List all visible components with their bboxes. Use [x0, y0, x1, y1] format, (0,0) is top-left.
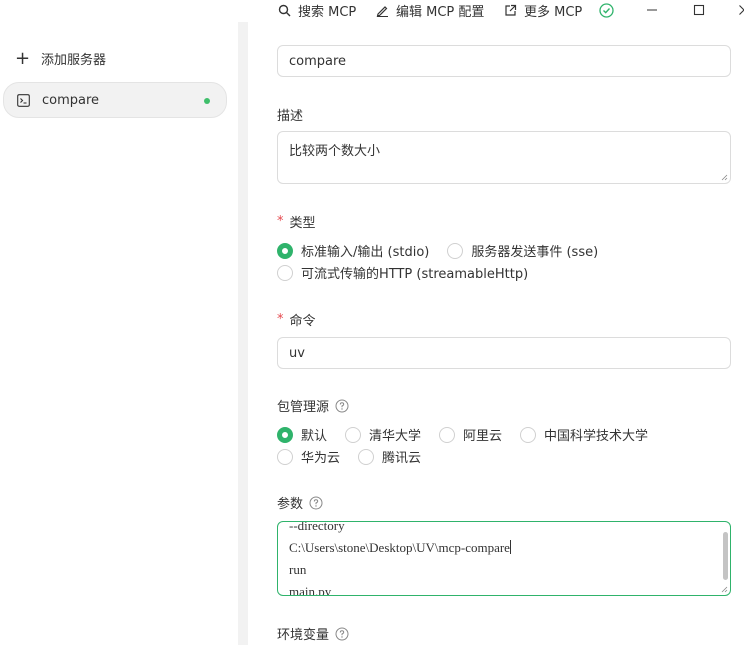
minimize-icon: [647, 9, 657, 11]
registry-option-tencent[interactable]: 腾讯云: [358, 447, 421, 466]
args-line-path: C:\Users\stone\Desktop\UV\mcp-compare: [289, 540, 510, 555]
status-check-button[interactable]: [599, 1, 621, 19]
pencil-icon: [376, 5, 388, 17]
search-icon: [278, 4, 291, 16]
close-window-button[interactable]: [730, 0, 744, 20]
resize-handle-icon[interactable]: [721, 586, 728, 593]
close-icon: [739, 5, 744, 15]
name-input[interactable]: compare: [277, 45, 731, 77]
radio-checked: [277, 242, 293, 259]
sidebar-item-compare[interactable]: compare: [3, 82, 227, 118]
resize-handle-icon[interactable]: [721, 174, 728, 181]
type-option-streamable-http[interactable]: 可流式传输的HTTP (streamableHttp): [277, 263, 528, 282]
required-mark: *: [277, 312, 284, 327]
args-line: --directory: [289, 521, 345, 533]
maximize-button[interactable]: [685, 0, 713, 20]
required-mark: *: [277, 214, 284, 229]
radio-unchecked: [358, 448, 375, 465]
plus-icon: +: [15, 47, 31, 69]
status-indicator: [204, 98, 210, 104]
external-link-icon: [505, 4, 517, 16]
edit-mcp-config-button[interactable]: 编辑 MCP 配置: [376, 1, 485, 20]
description-value: 比较两个数大小: [289, 144, 381, 159]
command-input[interactable]: uv: [277, 337, 731, 369]
radio-unchecked: [439, 426, 456, 443]
name-value: compare: [289, 53, 347, 69]
registry-label: 包管理源: [277, 396, 349, 415]
registry-radio-group: 默认 清华大学 阿里云 中国科学技术大学: [277, 425, 666, 444]
radio-unchecked: [447, 242, 464, 259]
radio-unchecked: [277, 448, 293, 465]
registry-option-ustc[interactable]: 中国科学技术大学: [520, 425, 648, 444]
registry-option-tsinghua[interactable]: 清华大学: [345, 425, 421, 444]
edit-mcp-config-label: 编辑 MCP 配置: [396, 4, 485, 20]
text-caret: [509, 540, 511, 554]
server-config-form: compare 描述 比较两个数大小 * 类型 标准输入/输出 (stdio) …: [248, 22, 744, 645]
help-icon[interactable]: [309, 496, 323, 510]
command-value: uv: [289, 345, 305, 361]
server-name: compare: [42, 92, 100, 108]
radio-unchecked: [277, 264, 293, 281]
registry-radio-group-row2: 华为云 腾讯云: [277, 447, 439, 466]
type-label: * 类型: [277, 214, 316, 231]
help-icon[interactable]: [335, 627, 349, 641]
type-radio-group-row2: 可流式传输的HTTP (streamableHttp): [277, 263, 546, 282]
args-textarea[interactable]: --directory C:\Users\stone\Desktop\UV\mc…: [277, 521, 731, 596]
radio-checked: [277, 426, 293, 443]
more-mcp-label: 更多 MCP: [524, 4, 583, 20]
args-line: run: [289, 562, 307, 577]
description-textarea[interactable]: 比较两个数大小: [277, 131, 731, 184]
top-toolbar: 搜索 MCP 编辑 MCP 配置 更多 MCP: [240, 0, 744, 22]
registry-option-huawei[interactable]: 华为云: [277, 447, 340, 466]
radio-unchecked: [520, 426, 537, 443]
args-line: main.py: [289, 584, 332, 596]
registry-option-aliyun[interactable]: 阿里云: [439, 425, 502, 444]
env-label: 环境变量: [277, 624, 349, 643]
type-radio-group: 标准输入/输出 (stdio) 服务器发送事件 (sse): [277, 241, 616, 260]
add-server-button[interactable]: + 添加服务器: [15, 49, 106, 68]
registry-option-default[interactable]: 默认: [277, 425, 327, 444]
add-server-label: 添加服务器: [41, 53, 107, 68]
help-icon[interactable]: [335, 399, 349, 413]
terminal-icon: [17, 93, 30, 107]
args-line: C:\Users\stone\Desktop\UV\mcp-compare: [289, 537, 719, 559]
maximize-icon: [693, 4, 705, 16]
description-label: 描述: [277, 109, 304, 124]
type-option-sse[interactable]: 服务器发送事件 (sse): [447, 241, 598, 260]
search-mcp-label: 搜索 MCP: [298, 4, 357, 20]
command-label: * 命令: [277, 312, 316, 329]
check-circle-icon: [599, 2, 614, 18]
search-mcp-button[interactable]: 搜索 MCP: [278, 1, 357, 20]
radio-unchecked: [345, 426, 362, 443]
textarea-scrollbar[interactable]: [723, 532, 728, 580]
more-mcp-button[interactable]: 更多 MCP: [504, 1, 583, 20]
minimize-button[interactable]: [638, 0, 666, 20]
type-option-stdio[interactable]: 标准输入/输出 (stdio): [277, 241, 429, 260]
args-label: 参数: [277, 493, 323, 512]
sidebar-divider: [238, 22, 248, 645]
